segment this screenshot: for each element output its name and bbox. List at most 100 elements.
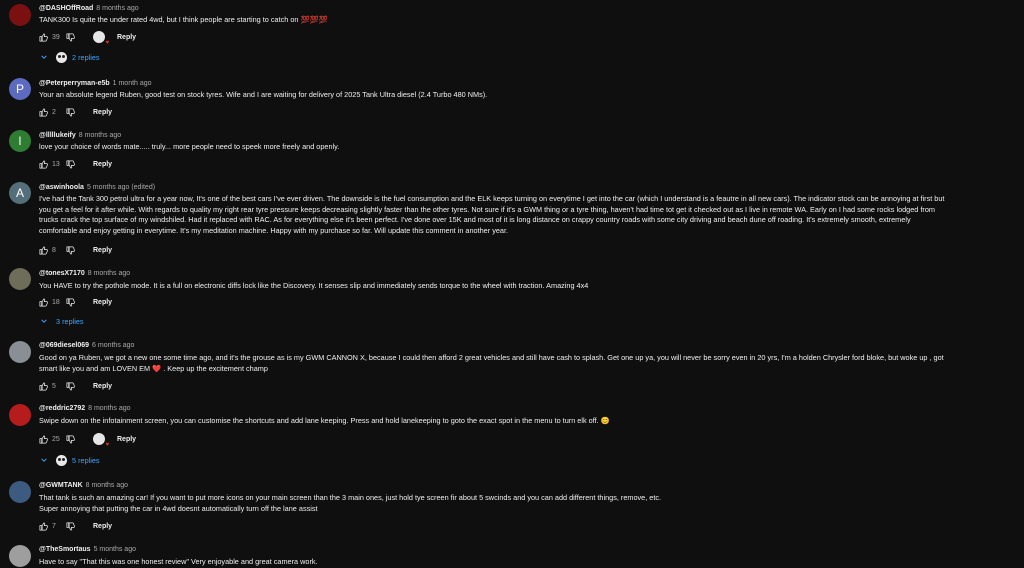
creator-heart-icon: ♥ [93, 31, 109, 46]
timestamp[interactable]: 5 months ago [94, 546, 136, 553]
comment-header: @tonesX7170 8 months ago [39, 270, 130, 277]
avatar[interactable] [9, 404, 31, 426]
thumbs-down-icon[interactable] [66, 298, 75, 307]
reply-button[interactable]: Reply [93, 161, 112, 168]
like-count: 8 [52, 246, 56, 254]
comment-actions: 39 ♥ Reply [39, 30, 136, 46]
avatar[interactable] [9, 545, 31, 567]
thumbs-down-icon[interactable] [66, 382, 75, 391]
creator-heart-icon: ♥ [93, 433, 109, 448]
author-name[interactable]: @lllllukeify [39, 132, 76, 139]
thumbs-up-icon[interactable] [39, 160, 48, 169]
timestamp[interactable]: 8 months ago [86, 482, 128, 489]
like-count: 13 [52, 160, 60, 168]
view-replies-button[interactable]: 3 replies [40, 314, 84, 328]
thumbs-down-icon[interactable] [66, 160, 75, 169]
comment-header: @GWMTANK 8 months ago [39, 482, 128, 489]
comment-line: you get a feel for it after while. With … [39, 204, 935, 214]
timestamp[interactable]: 8 months ago [96, 5, 138, 12]
author-name[interactable]: @tonesX7170 [39, 270, 85, 277]
comment-line: Your an absolute legend Ruben, good test… [39, 90, 488, 99]
reply-button[interactable]: Reply [117, 436, 136, 443]
thumbs-down-icon[interactable] [66, 246, 75, 255]
reply-button[interactable]: Reply [93, 247, 112, 254]
author-name[interactable]: @069diesel069 [39, 342, 89, 349]
comment-text: I've had the Tank 300 petrol ultra for a… [39, 194, 999, 236]
thumbs-down-icon[interactable] [66, 108, 75, 117]
reply-button[interactable]: Reply [93, 523, 112, 530]
avatar[interactable]: l [9, 130, 31, 152]
author-name[interactable]: @DASHOffRoad [39, 5, 93, 12]
timestamp[interactable]: 8 months ago [88, 270, 130, 277]
thumbs-up-icon[interactable] [39, 435, 48, 444]
comment-actions: 8 Reply [39, 243, 112, 257]
thumbs-up-icon[interactable] [39, 522, 48, 531]
creator-avatar-icon [56, 454, 67, 466]
comment-actions: 25 ♥ Reply [39, 432, 136, 448]
comment-line: Have to say "That this was one honest re… [39, 557, 318, 566]
avatar[interactable] [9, 4, 31, 26]
comment-line: trucks crack the top surface of my winds… [39, 215, 911, 225]
comment-text: TANK300 Is quite the under rated 4wd, bu… [39, 15, 999, 26]
avatar[interactable]: P [9, 78, 31, 100]
like-count: 5 [52, 382, 56, 390]
chevron-down-icon [41, 458, 47, 462]
comment-text: Good on ya Ruben, we got a new one some … [39, 353, 999, 374]
replies-count: 5 replies [72, 455, 100, 465]
comment-line: I've had the Tank 300 petrol ultra for a… [39, 194, 945, 203]
timestamp[interactable]: 1 month ago [113, 80, 152, 87]
thumbs-down-icon[interactable] [66, 33, 75, 42]
thumbs-up-icon[interactable] [39, 298, 48, 307]
like-count: 25 [52, 435, 60, 443]
author-name[interactable]: @reddric2792 [39, 405, 85, 412]
timestamp[interactable]: 8 months ago [88, 405, 130, 412]
like-count: 7 [52, 522, 56, 530]
comment-line: comfortable and enjoy getting in everyti… [39, 225, 509, 235]
thumbs-up-icon[interactable] [39, 33, 48, 42]
comment-text: That tank is such an amazing car! If you… [39, 493, 999, 514]
comment-text: love your choice of words mate..... trul… [39, 142, 999, 153]
author-name[interactable]: @aswinhoola [39, 184, 84, 191]
author-name[interactable]: @TheSmortaus [39, 546, 91, 553]
avatar[interactable]: A [9, 182, 31, 204]
reply-button[interactable]: Reply [117, 34, 136, 41]
comment-line: love your choice of words mate..... trul… [39, 142, 340, 151]
thumbs-down-icon[interactable] [66, 435, 75, 444]
chevron-down-icon [41, 319, 47, 323]
comment-header: @lllllukeify 8 months ago [39, 132, 121, 139]
comment-line: That tank is such an amazing car! If you… [39, 493, 662, 502]
comment-header: @reddric2792 8 months ago [39, 405, 131, 412]
comment-header: @069diesel069 6 months ago [39, 342, 134, 349]
comment-line: You HAVE to try the pothole mode. It is … [39, 281, 589, 290]
comment-line: Good on ya Ruben, we got a new one some … [39, 353, 944, 362]
author-name[interactable]: @Peterperryman-e5b [39, 80, 110, 87]
thumbs-down-icon[interactable] [66, 522, 75, 531]
view-replies-button[interactable]: 2 replies [40, 50, 100, 64]
like-count: 18 [52, 298, 60, 306]
view-replies-button[interactable]: 5 replies [40, 453, 100, 467]
avatar[interactable] [9, 268, 31, 290]
comment-line: smart like you and am LOVEN EM ❤️ . Keep… [39, 363, 268, 373]
comment-actions: 5 Reply [39, 379, 112, 393]
replies-count: 3 replies [56, 316, 84, 326]
replies-count: 2 replies [72, 52, 100, 62]
author-name[interactable]: @GWMTANK [39, 482, 83, 489]
timestamp[interactable]: 5 months ago (edited) [87, 184, 155, 191]
avatar[interactable] [9, 341, 31, 363]
reply-button[interactable]: Reply [93, 383, 112, 390]
timestamp[interactable]: 8 months ago [79, 132, 121, 139]
avatar[interactable] [9, 481, 31, 503]
thumbs-up-icon[interactable] [39, 382, 48, 391]
comment-line: Super annoying that putting the car in 4… [39, 503, 318, 513]
reply-button[interactable]: Reply [93, 109, 112, 116]
comment-line: TANK300 Is quite the under rated 4wd, bu… [39, 15, 328, 24]
reply-button[interactable]: Reply [93, 299, 112, 306]
thumbs-up-icon[interactable] [39, 246, 48, 255]
thumbs-up-icon[interactable] [39, 108, 48, 117]
comment-actions: 18 Reply [39, 295, 112, 309]
comment-text: You HAVE to try the pothole mode. It is … [39, 281, 999, 292]
comment-text: Have to say "That this was one honest re… [39, 557, 999, 568]
chevron-down-icon [41, 55, 47, 59]
comment-header: @DASHOffRoad 8 months ago [39, 5, 139, 12]
timestamp[interactable]: 6 months ago [92, 342, 134, 349]
